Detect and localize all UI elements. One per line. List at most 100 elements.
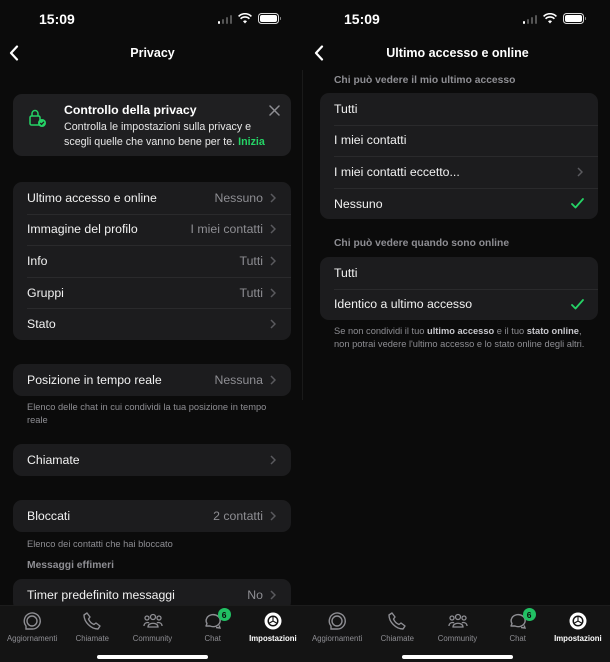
tab-updates[interactable]: Aggiornamenti [307, 606, 367, 643]
option-same-as-last-seen[interactable]: Identico a ultimo accesso [320, 288, 598, 321]
blocked-note: Elenco dei contatti che hai bloccato [27, 539, 173, 549]
close-banner-button[interactable] [267, 103, 281, 117]
tab-chat[interactable]: 6 Chat [488, 606, 548, 643]
page-title: Ultimo accesso e online [386, 46, 529, 60]
option-everyone[interactable]: Tutti [320, 93, 598, 125]
updates-icon [23, 612, 41, 630]
chevron-right-icon [269, 374, 277, 386]
option-label: Tutti [334, 101, 358, 116]
status-icons [522, 13, 586, 24]
tab-label: Impostazioni [554, 634, 602, 643]
start-link[interactable]: Inizia [238, 136, 265, 148]
status-icons [217, 13, 281, 24]
last-seen-screen: 15:09 Ultimo accesso e online Chi può ve… [305, 0, 610, 662]
battery-icon [563, 13, 586, 24]
row-label: Immagine del profilo [27, 222, 138, 237]
row-label: Posizione in tempo reale [27, 372, 162, 387]
privacy-checkup-banner: Controllo della privacy Controlla le imp… [13, 94, 291, 156]
option-my-contacts-except[interactable]: I miei contatti eccetto... [320, 156, 598, 188]
tab-label: Chat [509, 634, 526, 643]
option-label: I miei contatti eccetto... [334, 164, 460, 179]
last-seen-info-note: Se non condividi il tuo ultimo accesso e… [334, 325, 599, 351]
online-header: Chi può vedere quando sono online [334, 238, 510, 249]
updates-icon [328, 612, 346, 630]
tab-label: Aggiornamenti [6, 634, 58, 643]
row-value: Nessuna [214, 372, 263, 387]
chevron-right-icon [269, 589, 277, 601]
settings-icon [569, 612, 587, 630]
row-blocked[interactable]: Bloccati 2 contatti [13, 500, 291, 532]
tab-community[interactable]: Community [427, 606, 487, 643]
banner-description: Controlla le impostazioni sulla privacy … [64, 121, 252, 148]
signal-icon [217, 14, 232, 24]
tab-calls[interactable]: Chiamate [367, 606, 427, 643]
tab-label: Aggiornamenti [311, 634, 363, 643]
calls-group: Chiamate [13, 444, 291, 476]
row-label: Chiamate [27, 452, 80, 467]
chevron-right-icon [269, 287, 277, 299]
tab-community[interactable]: Community [122, 606, 182, 643]
privacy-screen: 15:09 Privacy Controllo della privacy Co… [0, 0, 305, 662]
tab-chat[interactable]: 6 Chat [183, 606, 243, 643]
row-status[interactable]: Stato [13, 308, 291, 340]
checkmark-icon [570, 298, 584, 310]
settings-icon [264, 612, 282, 630]
chevron-right-icon [576, 166, 584, 178]
chevron-right-icon [269, 318, 277, 330]
signal-icon [522, 14, 537, 24]
row-calls[interactable]: Chiamate [13, 444, 291, 476]
last-seen-options: Tutti I miei contatti I miei contatti ec… [320, 93, 598, 220]
note-bold-text: stato online [526, 326, 579, 336]
home-indicator[interactable] [402, 655, 513, 659]
row-last-seen[interactable]: Ultimo accesso e online Nessuno [13, 182, 291, 214]
row-about[interactable]: Info Tutti [13, 245, 291, 277]
live-location-note: Elenco delle chat in cui condividi la tu… [27, 402, 267, 425]
tab-bar: Aggiornamenti Chiamate Community 6 Chat … [305, 605, 610, 662]
banner-text: Controlla le impostazioni sulla privacy … [64, 120, 274, 150]
row-label: Info [27, 253, 48, 268]
tab-calls[interactable]: Chiamate [62, 606, 122, 643]
checkmark-icon [570, 198, 584, 210]
note-text: Se non condividi il tuo [334, 326, 428, 336]
tab-label: Chiamate [380, 634, 414, 643]
tab-label: Community [437, 634, 478, 643]
battery-icon [258, 13, 281, 24]
online-options: Tutti Identico a ultimo accesso [320, 257, 598, 321]
row-value: I miei contatti [190, 222, 263, 237]
wifi-icon [238, 13, 252, 24]
screen-divider [302, 70, 303, 400]
chevron-right-icon [269, 192, 277, 204]
tab-settings[interactable]: Impostazioni [548, 606, 608, 643]
phone-icon [388, 612, 406, 630]
tab-updates[interactable]: Aggiornamenti [2, 606, 62, 643]
row-label: Timer predefinito messaggi [27, 587, 175, 602]
page-title: Privacy [130, 46, 175, 60]
row-live-location[interactable]: Posizione in tempo reale Nessuna [13, 364, 291, 396]
row-groups[interactable]: Gruppi Tutti [13, 276, 291, 309]
row-value: Tutti [239, 253, 263, 268]
option-my-contacts[interactable]: I miei contatti [320, 124, 598, 157]
option-online-everyone[interactable]: Tutti [320, 257, 598, 289]
option-nobody[interactable]: Nessuno [320, 187, 598, 220]
tab-label: Community [132, 634, 173, 643]
status-bar: 15:09 [0, 0, 305, 38]
note-bold-text: ultimo accesso [427, 326, 495, 336]
last-seen-header: Chi può vedere il mio ultimo accesso [334, 75, 516, 86]
status-time: 15:09 [39, 11, 75, 27]
row-profile-photo[interactable]: Immagine del profilo I miei contatti [13, 213, 291, 246]
ephemeral-messages-header: Messaggi effimeri [27, 560, 114, 571]
community-icon [447, 613, 468, 628]
row-label: Gruppi [27, 285, 64, 300]
row-label: Ultimo accesso e online [27, 190, 157, 205]
lock-check-icon [29, 109, 46, 127]
row-value: No [247, 587, 263, 602]
community-icon [142, 613, 163, 628]
option-label: Identico a ultimo accesso [334, 297, 473, 312]
status-bar: 15:09 [305, 0, 610, 38]
tab-settings[interactable]: Impostazioni [243, 606, 303, 643]
home-indicator[interactable] [97, 655, 208, 659]
chevron-right-icon [269, 223, 277, 235]
blocked-group: Bloccati 2 contatti [13, 500, 291, 532]
row-value: Nessuno [214, 190, 263, 205]
chevron-right-icon [269, 454, 277, 466]
